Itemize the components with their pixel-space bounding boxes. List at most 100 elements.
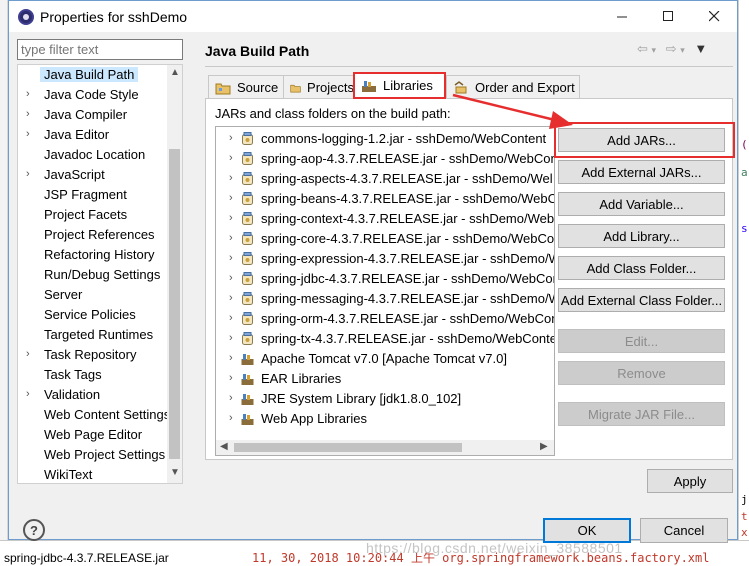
nav-item[interactable]: Project References: [18, 225, 168, 245]
nav-item[interactable]: Targeted Runtimes: [18, 325, 168, 345]
nav-item[interactable]: › Java Code Style: [18, 85, 168, 105]
libraries-hscrollbar[interactable]: ◀ ▶: [216, 440, 554, 455]
nav-item[interactable]: › JavaScript: [18, 165, 168, 185]
nav-item[interactable]: JSP Fragment: [18, 185, 168, 205]
expand-chevron-icon[interactable]: ›: [229, 392, 233, 404]
filter-input[interactable]: [17, 39, 183, 60]
minimize-button[interactable]: [599, 1, 645, 32]
add-library-button[interactable]: Add Library...: [558, 224, 725, 248]
nav-item[interactable]: › Java Compiler: [18, 105, 168, 125]
apply-button[interactable]: Apply: [647, 469, 733, 493]
remove-button[interactable]: Remove: [558, 361, 725, 385]
nav-item[interactable]: WikiText: [18, 465, 168, 483]
annotation-arrow-icon: [452, 93, 573, 129]
nav-item[interactable]: Java Build Path: [18, 65, 168, 85]
maximize-button[interactable]: [645, 1, 691, 32]
nav-item[interactable]: Service Policies: [18, 305, 168, 325]
back-dropdown-icon[interactable]: ▾: [652, 45, 657, 55]
nav-item[interactable]: › Validation: [18, 385, 168, 405]
expand-chevron-icon[interactable]: ›: [229, 272, 233, 284]
nav-item[interactable]: Run/Debug Settings: [18, 265, 168, 285]
expand-chevron-icon[interactable]: ›: [26, 128, 30, 140]
add-external-jars-button[interactable]: Add External JARs...: [558, 160, 725, 184]
watermark: https://blog.csdn.net/weixin_38588501: [366, 540, 623, 556]
library-row[interactable]: › spring-context-4.3.7.RELEASE.jar - sshD…: [216, 209, 554, 229]
expand-chevron-icon[interactable]: ›: [229, 292, 233, 304]
add-external-class-folder-button[interactable]: Add External Class Folder...: [558, 288, 725, 312]
nav-scrollbar[interactable]: ▲ ▼: [167, 65, 182, 483]
nav-item-label: Java Compiler: [44, 107, 128, 122]
nav-scroll-thumb[interactable]: [169, 149, 180, 459]
expand-chevron-icon[interactable]: ›: [229, 192, 233, 204]
nav-item[interactable]: Javadoc Location: [18, 145, 168, 165]
expand-chevron-icon[interactable]: ›: [26, 388, 30, 400]
add-variable-button[interactable]: Add Variable...: [558, 192, 725, 216]
library-row[interactable]: › spring-messaging-4.3.7.RELEASE.jar - ss…: [216, 289, 554, 309]
nav-item[interactable]: Task Tags: [18, 365, 168, 385]
view-menu-icon[interactable]: ▼: [694, 41, 707, 56]
title-bar: Properties for sshDemo: [9, 1, 737, 32]
nav-item[interactable]: Project Facets: [18, 205, 168, 225]
nav-item[interactable]: Server: [18, 285, 168, 305]
expand-chevron-icon[interactable]: ›: [229, 332, 233, 344]
expand-chevron-icon[interactable]: ›: [229, 232, 233, 244]
tab-libraries[interactable]: Libraries: [353, 72, 446, 99]
expand-chevron-icon[interactable]: ›: [229, 312, 233, 324]
cancel-button[interactable]: Cancel: [640, 518, 728, 543]
library-row[interactable]: › spring-jdbc-4.3.7.RELEASE.jar - sshDemo…: [216, 269, 555, 289]
tab-source[interactable]: Source: [208, 75, 284, 99]
tab-projects[interactable]: Projects: [283, 75, 355, 99]
expand-chevron-icon[interactable]: ›: [26, 348, 30, 360]
expand-chevron-icon[interactable]: ›: [229, 132, 233, 144]
nav-item[interactable]: › Task Repository: [18, 345, 168, 365]
expand-chevron-icon[interactable]: ›: [26, 88, 30, 100]
library-row[interactable]: › JRE System Library [jdk1.8.0_102]: [216, 389, 554, 409]
library-row[interactable]: › spring-orm-4.3.7.RELEASE.jar - sshDemo/…: [216, 309, 555, 329]
expand-chevron-icon[interactable]: ›: [229, 172, 233, 184]
migrate-jar-button[interactable]: Migrate JAR File...: [558, 402, 725, 426]
library-row[interactable]: › spring-aop-4.3.7.RELEASE.jar - sshDemo/…: [216, 149, 554, 169]
expand-chevron-icon[interactable]: ›: [229, 252, 233, 264]
add-class-folder-button[interactable]: Add Class Folder...: [558, 256, 725, 280]
nav-item-label: Task Tags: [44, 367, 102, 382]
library-row[interactable]: › Apache Tomcat v7.0 [Apache Tomcat v7.0]: [216, 349, 554, 369]
edit-button[interactable]: Edit...: [558, 329, 725, 353]
forward-arrow-icon[interactable]: ⇨: [666, 41, 677, 56]
expand-chevron-icon[interactable]: ›: [229, 212, 233, 224]
close-button[interactable]: [691, 1, 737, 32]
nav-item-label: Java Editor: [44, 127, 110, 142]
library-row[interactable]: › EAR Libraries: [216, 369, 554, 389]
scroll-right-icon[interactable]: ▶: [540, 441, 548, 452]
nav-item[interactable]: › Java Editor: [18, 125, 168, 145]
nav-item-label: WikiText: [44, 467, 93, 482]
jar-icon: [242, 292, 253, 305]
expand-chevron-icon[interactable]: ›: [26, 108, 30, 120]
library-row[interactable]: › spring-tx-4.3.7.RELEASE.jar - sshDemo/W…: [216, 329, 554, 349]
library-label: spring-jdbc-4.3.7.RELEASE.jar - sshDemo/…: [261, 271, 555, 286]
expand-chevron-icon[interactable]: ›: [26, 168, 30, 180]
libraries-hscroll-thumb[interactable]: [234, 443, 462, 452]
scroll-left-icon[interactable]: ◀: [220, 441, 228, 452]
library-row[interactable]: › spring-core-4.3.7.RELEASE.jar - sshDemo…: [216, 229, 554, 249]
nav-item[interactable]: Refactoring History: [18, 245, 168, 265]
expand-chevron-icon[interactable]: ›: [229, 352, 233, 364]
bg-jar-filename: spring-jdbc-4.3.7.RELEASE.jar: [4, 551, 169, 565]
nav-item[interactable]: Web Project Settings: [18, 445, 168, 465]
expand-chevron-icon[interactable]: ›: [229, 152, 233, 164]
nav-item-label: Task Repository: [44, 347, 137, 362]
scroll-down-icon[interactable]: ▼: [170, 467, 180, 478]
nav-item[interactable]: Web Content Settings: [18, 405, 170, 425]
library-row[interactable]: › Web App Libraries: [216, 409, 554, 429]
nav-item[interactable]: Web Page Editor: [18, 425, 168, 445]
library-row[interactable]: › spring-beans-4.3.7.RELEASE.jar - sshDem…: [216, 189, 554, 209]
forward-dropdown-icon[interactable]: ▾: [680, 45, 685, 55]
help-icon[interactable]: ?: [23, 519, 45, 541]
scroll-up-icon[interactable]: ▲: [170, 67, 180, 78]
library-row[interactable]: › spring-aspects-4.3.7.RELEASE.jar - sshD…: [216, 169, 554, 189]
back-arrow-icon[interactable]: ⇦: [637, 41, 648, 56]
library-row[interactable]: › spring-expression-4.3.7.RELEASE.jar - s…: [216, 249, 555, 269]
expand-chevron-icon[interactable]: ›: [229, 412, 233, 424]
expand-chevron-icon[interactable]: ›: [229, 372, 233, 384]
library-label: spring-expression-4.3.7.RELEASE.jar - ss…: [261, 251, 555, 266]
library-label: spring-orm-4.3.7.RELEASE.jar - sshDemo/W…: [261, 311, 555, 326]
